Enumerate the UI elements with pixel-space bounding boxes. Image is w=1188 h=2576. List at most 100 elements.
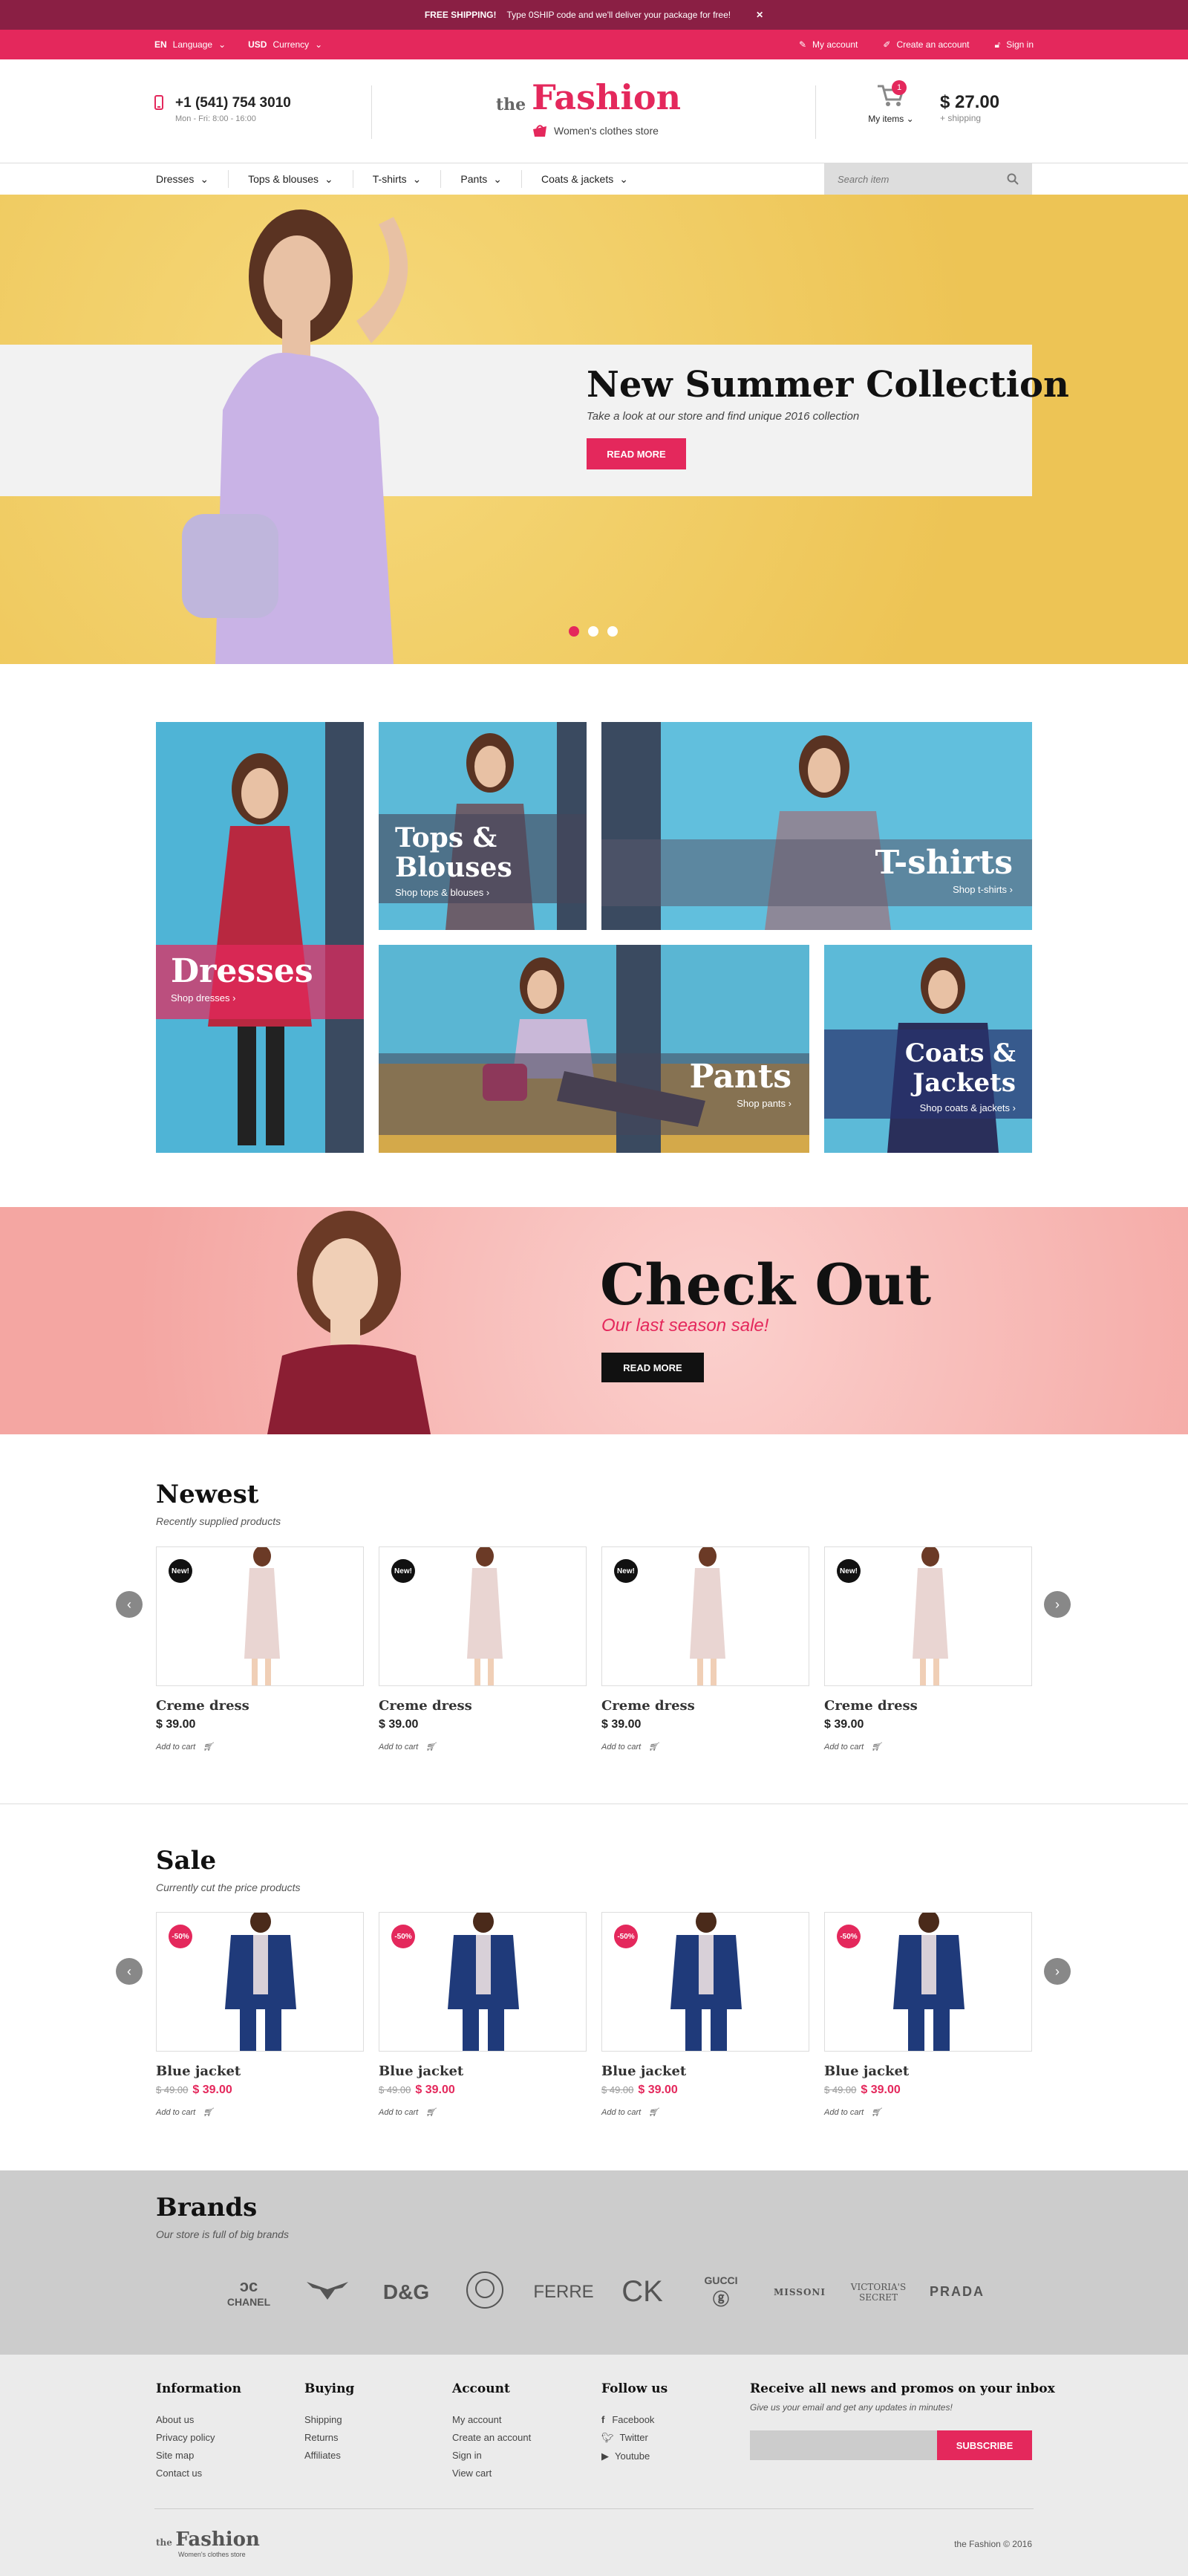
nav-item-dresses[interactable]: Dresses ⌄ xyxy=(154,170,229,188)
my-account-link[interactable]: ✎ My account xyxy=(799,39,858,50)
chevron-down-icon: ⌄ xyxy=(218,39,226,50)
add-to-cart-button[interactable]: Add to cart 🛒︎ xyxy=(601,2107,809,2118)
medusa-icon xyxy=(466,2271,503,2309)
product-card[interactable]: New! Creme dress $ 39.00 Add to cart 🛒︎ xyxy=(601,1546,809,1752)
slider-dot[interactable] xyxy=(569,626,579,637)
category-link[interactable]: Shop pants xyxy=(737,1098,786,1109)
category-pants[interactable]: Pants Shop pants › xyxy=(379,945,809,1153)
category-t-shirts[interactable]: T-shirts Shop t-shirts › xyxy=(601,722,1032,930)
category-dresses[interactable]: Dresses Shop dresses › xyxy=(156,722,364,1153)
facebook-link[interactable]: f Facebook xyxy=(601,2414,668,2425)
footer-link[interactable]: About us xyxy=(156,2414,241,2425)
search-icon[interactable] xyxy=(1007,173,1019,185)
checkout-read-more-button[interactable]: READ MORE xyxy=(601,1353,704,1382)
product-card[interactable]: -50% Blue jacket $ 49.00 $ 39.00 Add to c… xyxy=(156,1912,364,2117)
nav-item-tops-blouses[interactable]: Tops & blouses ⌄ xyxy=(229,170,353,188)
product-card[interactable]: -50% Blue jacket $ 49.00 $ 39.00 Add to c… xyxy=(379,1912,587,2117)
nav-item-pants[interactable]: Pants ⌄ xyxy=(441,170,522,188)
footer-link[interactable]: Affiliates xyxy=(304,2450,354,2461)
add-to-cart-button[interactable]: Add to cart 🛒︎ xyxy=(156,2107,364,2118)
brand-logo-ferre[interactable]: FERRE xyxy=(524,2282,603,2303)
brand-logo-gucci[interactable]: GUCCI ⓖ xyxy=(682,2274,760,2310)
brand-logo-versace[interactable] xyxy=(446,2271,524,2313)
add-to-cart-button[interactable]: Add to cart 🛒︎ xyxy=(156,1742,364,1752)
search-input[interactable] xyxy=(838,173,1001,185)
category-coats-jackets[interactable]: Coats & Jackets Shop coats & jackets › xyxy=(824,945,1032,1153)
footer-logo[interactable]: the Fashion Women's clothes store xyxy=(156,2528,260,2558)
chevron-down-icon: ⌄ xyxy=(619,172,628,185)
brand-logo-victorias-secret[interactable]: VICTORIA'S SECRET xyxy=(839,2282,918,2303)
product-name[interactable]: Blue jacket xyxy=(156,2063,364,2079)
product-name[interactable]: Blue jacket xyxy=(824,2063,1032,2079)
category-link[interactable]: Shop t-shirts xyxy=(953,884,1007,895)
product-name[interactable]: Creme dress xyxy=(824,1698,1032,1714)
category-link[interactable]: Shop tops & blouses xyxy=(395,887,483,898)
subscribe-button[interactable]: SUBSCRIBE xyxy=(937,2430,1032,2460)
cart-button[interactable]: 1 My items ⌄ xyxy=(864,80,918,124)
product-image[interactable]: -50% xyxy=(156,1912,364,2052)
add-to-cart-button[interactable]: Add to cart 🛒︎ xyxy=(379,2107,587,2118)
category-tops-blouses[interactable]: Tops & Blouses Shop tops & blouses › xyxy=(379,722,587,930)
category-link[interactable]: Shop dresses xyxy=(171,992,230,1004)
slider-dot[interactable] xyxy=(588,626,598,637)
brand-logo-prada[interactable]: PRADA xyxy=(918,2284,996,2300)
brand-logo-armani[interactable] xyxy=(288,2279,367,2305)
footer-link[interactable]: Privacy policy xyxy=(156,2432,241,2443)
utility-bar: EN Language ⌄ USD Currency ⌄ ✎ My accoun… xyxy=(0,30,1188,59)
product-card[interactable]: New! Creme dress $ 39.00 Add to cart 🛒︎ xyxy=(824,1546,1032,1752)
brand-logo-missoni[interactable]: MISSONI xyxy=(760,2287,839,2297)
footer-link[interactable]: Sign in xyxy=(452,2450,531,2461)
footer-link[interactable]: Contact us xyxy=(156,2468,241,2479)
carousel-prev-button[interactable]: ‹ xyxy=(116,1958,143,1985)
product-card[interactable]: New! Creme dress $ 39.00 Add to cart 🛒︎ xyxy=(156,1546,364,1752)
close-icon[interactable]: ✕ xyxy=(756,10,763,20)
nav-item-t-shirts[interactable]: T-shirts ⌄ xyxy=(353,170,442,188)
brand-logo-chanel[interactable]: ↄc CHANEL xyxy=(209,2277,288,2308)
footer-link[interactable]: Returns xyxy=(304,2432,354,2443)
nav-item-coats-jackets[interactable]: Coats & jackets ⌄ xyxy=(522,170,647,188)
product-name[interactable]: Creme dress xyxy=(379,1698,587,1714)
site-logo[interactable]: the Fashion Women's clothes store xyxy=(496,80,681,137)
brand-logo-ck[interactable]: CK xyxy=(603,2275,682,2309)
currency-selector[interactable]: USD Currency ⌄ xyxy=(248,39,322,50)
add-to-cart-button[interactable]: Add to cart 🛒︎ xyxy=(824,2107,1032,2118)
product-name[interactable]: Blue jacket xyxy=(379,2063,587,2079)
product-card[interactable]: New! Creme dress $ 39.00 Add to cart 🛒︎ xyxy=(379,1546,587,1752)
carousel-next-button[interactable]: › xyxy=(1044,1591,1071,1618)
footer-link[interactable]: View cart xyxy=(452,2468,531,2479)
brand-name: CK xyxy=(621,2275,663,2308)
my-account-label: My account xyxy=(812,39,858,50)
product-card[interactable]: -50% Blue jacket $ 49.00 $ 39.00 Add to c… xyxy=(601,1912,809,2117)
product-name[interactable]: Blue jacket xyxy=(601,2063,809,2079)
product-image[interactable]: New! xyxy=(156,1546,364,1686)
product-image[interactable]: New! xyxy=(824,1546,1032,1686)
footer-link[interactable]: My account xyxy=(452,2414,531,2425)
product-image[interactable]: New! xyxy=(601,1546,809,1686)
product-image[interactable]: -50% xyxy=(824,1912,1032,2052)
carousel-next-button[interactable]: › xyxy=(1044,1958,1071,1985)
brand-logo-dg[interactable]: D&G xyxy=(367,2280,446,2304)
twitter-link[interactable]: 🐦︎ Twitter xyxy=(601,2432,668,2444)
product-card[interactable]: -50% Blue jacket $ 49.00 $ 39.00 Add to c… xyxy=(824,1912,1032,2117)
language-selector[interactable]: EN Language ⌄ xyxy=(154,39,226,50)
product-image[interactable]: -50% xyxy=(601,1912,809,2052)
category-link[interactable]: Shop coats & jackets xyxy=(920,1102,1010,1113)
add-to-cart-button[interactable]: Add to cart 🛒︎ xyxy=(379,1742,587,1752)
hero-read-more-button[interactable]: READ MORE xyxy=(587,438,686,469)
add-to-cart-button[interactable]: Add to cart 🛒︎ xyxy=(601,1742,809,1752)
youtube-link[interactable]: ▶ Youtube xyxy=(601,2450,668,2462)
product-name[interactable]: Creme dress xyxy=(601,1698,809,1714)
carousel-prev-button[interactable]: ‹ xyxy=(116,1591,143,1618)
add-to-cart-button[interactable]: Add to cart 🛒︎ xyxy=(824,1742,1032,1752)
slider-dot[interactable] xyxy=(607,626,618,637)
product-image[interactable]: -50% xyxy=(379,1912,587,2052)
footer-link[interactable]: Create an account xyxy=(452,2432,531,2443)
footer-link[interactable]: Site map xyxy=(156,2450,241,2461)
product-image[interactable]: New! xyxy=(379,1546,587,1686)
footer-link[interactable]: Shipping xyxy=(304,2414,354,2425)
newsletter-email-input[interactable] xyxy=(750,2430,937,2460)
sign-in-link[interactable]: 🔓︎ Sign in xyxy=(995,39,1034,51)
category-title: Coats & Jackets xyxy=(904,1038,1016,1098)
create-account-link[interactable]: ✐ Create an account xyxy=(883,39,969,50)
product-name[interactable]: Creme dress xyxy=(156,1698,364,1714)
